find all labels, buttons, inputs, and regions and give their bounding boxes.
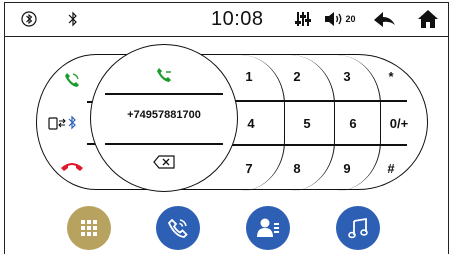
key-2[interactable]: 2 [277,63,317,89]
divider [231,100,407,102]
key-3[interactable]: 3 [327,63,367,89]
clock: 10:08 [211,7,264,30]
key-hash[interactable]: # [371,155,411,181]
settings-circle-icon[interactable] [20,10,38,28]
end-call-icon[interactable] [57,153,87,179]
key-5[interactable]: 5 [287,110,327,136]
music-icon[interactable] [336,206,380,250]
key-6[interactable]: 6 [333,110,373,136]
contacts-icon[interactable] [246,206,290,250]
divider [105,143,223,145]
status-bar: 10:08 20 [0,0,453,38]
divider [105,93,223,95]
key-9[interactable]: 9 [327,155,367,181]
volume-level: 20 [345,14,356,24]
key-7[interactable]: 7 [229,155,269,181]
phone-icon[interactable] [156,206,200,250]
key-0-plus[interactable]: 0/+ [379,110,419,136]
volume-icon [325,12,342,26]
call-icon[interactable] [151,63,177,87]
divider [231,144,407,146]
number-display: +74957881700 [90,44,238,192]
accept-call-icon[interactable] [59,67,85,93]
back-icon[interactable] [372,9,398,29]
key-star[interactable]: * [371,63,411,89]
key-1[interactable]: 1 [229,63,269,89]
equalizer-icon[interactable] [293,9,313,29]
bluetooth-icon [66,10,80,28]
dialer: 1 2 3 * 4 5 6 0/+ 7 8 9 # +74957881700 [0,38,453,198]
volume-indicator[interactable]: 20 [322,10,358,28]
status-divider [4,36,449,37]
home-icon[interactable] [416,8,440,30]
backspace-icon[interactable] [149,151,179,173]
dialed-number: +74957881700 [127,109,201,121]
bottom-nav [0,200,453,254]
dialpad-icon[interactable] [67,206,111,250]
phone-bluetooth-transfer-icon[interactable] [45,110,85,136]
key-8[interactable]: 8 [277,155,317,181]
